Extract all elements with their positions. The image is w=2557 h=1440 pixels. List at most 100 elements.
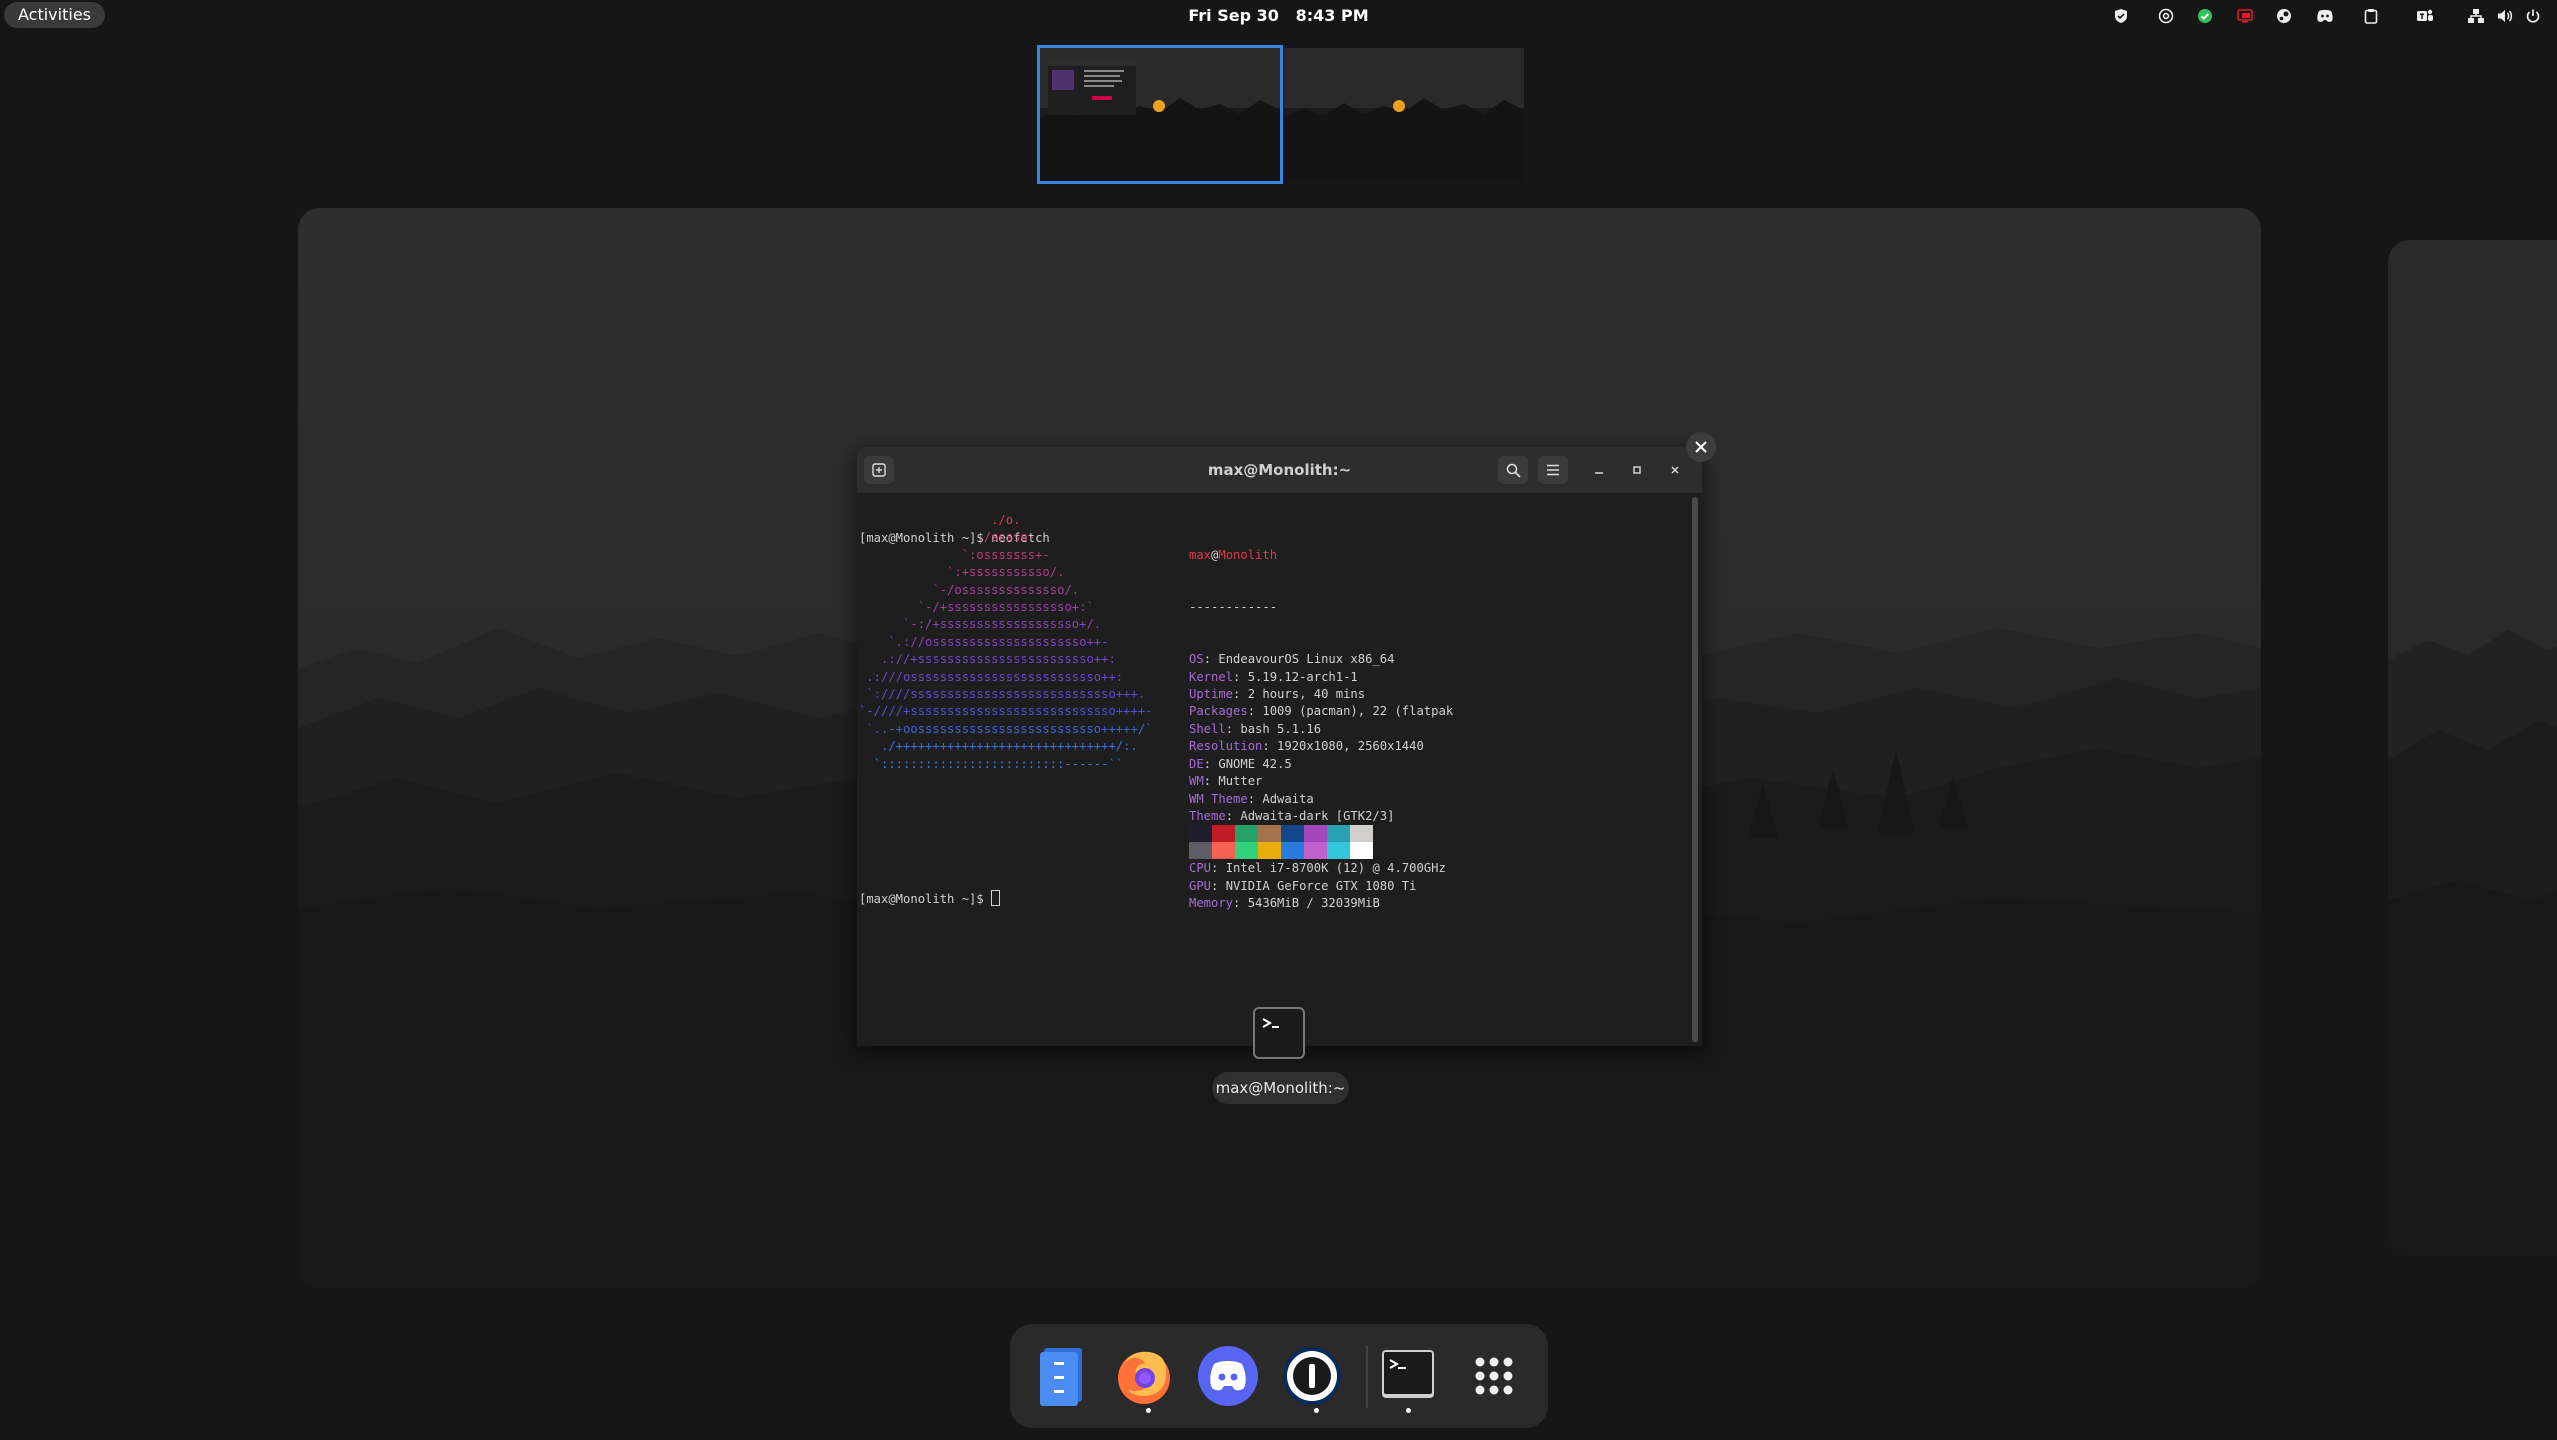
power-icon[interactable] (2522, 6, 2544, 26)
info-value: : 2 hours, 40 mins (1233, 687, 1366, 702)
steam-icon[interactable] (2273, 6, 2295, 26)
color-swatch (1350, 825, 1373, 842)
info-value: : 1920x1080, 2560x1440 (1262, 739, 1424, 754)
hamburger-icon (1547, 464, 1559, 476)
terminal-scrollbar[interactable] (1692, 497, 1698, 1042)
ascii-logo-line: `-/ossssssssssssso/. (859, 582, 1080, 597)
info-line: Kernel: 5.19.12-arch1-1 (1189, 669, 1453, 686)
discord-tray-icon[interactable] (2314, 6, 2336, 26)
clipboard-icon[interactable] (2360, 6, 2382, 26)
info-label: Memory (1189, 895, 1234, 910)
info-value: : Adwaita-dark [GTK2/3] (1225, 808, 1395, 823)
text-cursor (991, 890, 1001, 906)
workspace-preview-next[interactable] (2388, 240, 2557, 1255)
search-button[interactable] (1498, 456, 1528, 484)
activities-button[interactable]: Activities (4, 2, 105, 28)
info-value: : GNOME 42.5 (1203, 756, 1292, 771)
at-sign-icon[interactable] (2155, 6, 2177, 26)
color-swatch (1258, 825, 1281, 842)
minimize-button[interactable] (1584, 456, 1614, 484)
username: max (1189, 547, 1212, 562)
firefox-icon[interactable] (1112, 1344, 1176, 1408)
close-button[interactable] (1660, 456, 1690, 484)
menu-button[interactable] (1538, 456, 1568, 484)
info-label: Kernel (1189, 669, 1234, 684)
1password-icon[interactable] (1280, 1344, 1344, 1408)
close-window-button[interactable] (1686, 432, 1716, 462)
running-indicator (1406, 1408, 1411, 1413)
color-swatch (1189, 825, 1212, 842)
terminal-title: max@Monolith:~ (1207, 461, 1352, 479)
time-text: 8:43 PM (1295, 6, 1369, 25)
info-line: DE: GNOME 42.5 (1189, 756, 1453, 773)
info-line: WM Theme: Adwaita (1189, 791, 1453, 808)
info-value: : 5.19.12-arch1-1 (1233, 669, 1358, 684)
terminal-window-icon[interactable] (1253, 1007, 1305, 1059)
info-value: : EndeavourOS Linux x86_64 (1203, 652, 1395, 667)
files-icon[interactable] (1028, 1344, 1092, 1408)
user-host-line: max@Monolith (1189, 547, 1453, 564)
endeavouros-ascii-logo: ./o. ./sssso- `:osssssss+- `:+ssssssssss… (859, 512, 1153, 773)
terminal-header-bar[interactable]: max@Monolith:~ (857, 447, 1702, 493)
running-indicator (1314, 1408, 1319, 1413)
teams-icon[interactable] (2414, 6, 2436, 26)
new-tab-button[interactable] (864, 456, 894, 484)
ascii-logo-line: .://+ssssssssssssssssssssssso++: (859, 652, 1116, 667)
color-swatch (1281, 825, 1304, 842)
info-line: Uptime: 2 hours, 40 mins (1189, 686, 1453, 703)
dock-separator (1366, 1346, 1368, 1408)
ascii-logo-line: `..-+oosssssssssssssssssssssssso+++++/` (859, 721, 1153, 736)
info-line: Shell: bash 5.1.16 (1189, 721, 1453, 738)
minimize-icon (1595, 472, 1603, 474)
terminal-icon[interactable] (1376, 1344, 1440, 1408)
info-label: CPU (1189, 861, 1212, 876)
shield-icon[interactable] (2110, 6, 2132, 26)
terminal-window[interactable]: max@Monolith:~ [max@Monolith ~]$ neofetc… (857, 447, 1702, 1046)
info-label: Packages (1189, 704, 1248, 719)
info-line: CPU: Intel i7-8700K (12) @ 4.700GHz (1189, 860, 1453, 877)
info-value: : Adwaita (1247, 791, 1314, 806)
info-line: OS: EndeavourOS Linux x86_64 (1189, 651, 1453, 668)
workspace-thumbnail-1[interactable] (1037, 45, 1283, 184)
separator-line: ------------ (1189, 600, 1278, 615)
info-label: OS (1189, 652, 1204, 667)
info-label: DE (1189, 756, 1204, 771)
terminal-output[interactable]: [max@Monolith ~]$ neofetch ./o. ./sssso-… (859, 495, 1677, 1043)
info-line: GPU: NVIDIA GeForce GTX 1080 Ti (1189, 878, 1453, 895)
info-line: WM: Mutter (1189, 773, 1453, 790)
color-swatch (1304, 842, 1327, 859)
ascii-logo-line: ./o. (859, 513, 1021, 527)
terminal-icon (1262, 1018, 1279, 1028)
color-swatch (1281, 842, 1304, 859)
color-swatch (1235, 825, 1258, 842)
maximize-icon (1633, 466, 1641, 474)
running-indicator (1146, 1408, 1151, 1413)
ascii-logo-line: .:///ossssssssssssssssssssssssso++: (859, 669, 1124, 684)
show-apps-icon[interactable] (1462, 1344, 1526, 1408)
color-swatch (1212, 842, 1235, 859)
date-text: Fri Sep 30 (1188, 6, 1279, 25)
maximize-button[interactable] (1622, 456, 1652, 484)
volume-icon[interactable] (2494, 6, 2516, 26)
network-icon[interactable] (2465, 6, 2487, 26)
screen-record-icon[interactable] (2234, 6, 2256, 26)
ascii-logo-line: `:::::::::::::::::::::::::------`` (859, 756, 1124, 771)
ascii-logo-line: `:osssssss+- (859, 547, 1050, 562)
color-swatch (1235, 842, 1258, 859)
search-icon (1506, 463, 1521, 478)
discord-icon[interactable] (1196, 1344, 1260, 1408)
info-label: Uptime (1189, 687, 1234, 702)
info-value: : Mutter (1203, 774, 1263, 789)
color-swatch (1350, 842, 1373, 859)
new-tab-icon (872, 463, 886, 477)
check-badge-icon[interactable] (2194, 6, 2216, 26)
info-value: : 1009 (pacman), 22 (flatpak (1247, 704, 1454, 719)
clock-button[interactable]: Fri Sep 30 8:43 PM (1188, 6, 1368, 25)
ascii-logo-line: `-/+sssssssssssssssso+:` (859, 600, 1094, 615)
workspace-thumbnail-2[interactable] (1284, 48, 1524, 181)
color-swatch (1189, 842, 1212, 859)
color-swatch (1304, 825, 1327, 842)
prompt-line[interactable]: [max@Monolith ~]$ (859, 890, 1001, 908)
color-swatch (1258, 842, 1281, 859)
info-label: WM Theme (1189, 791, 1248, 806)
